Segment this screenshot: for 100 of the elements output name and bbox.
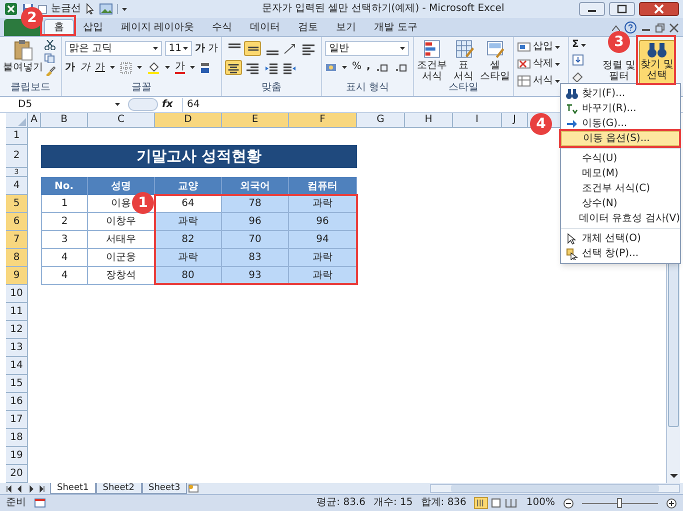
row-header[interactable]: 6 bbox=[6, 213, 28, 231]
ribbon-tab[interactable]: 검토 bbox=[289, 19, 328, 36]
macro-record-icon[interactable] bbox=[34, 498, 46, 508]
row-header[interactable]: 11 bbox=[6, 303, 28, 321]
brush-icon[interactable] bbox=[44, 66, 56, 76]
view-button[interactable] bbox=[504, 497, 518, 509]
binoculars-icon[interactable] bbox=[566, 88, 578, 100]
row-header[interactable]: 14 bbox=[6, 357, 28, 375]
ribbon-tab[interactable]: 보기 bbox=[327, 19, 366, 36]
row-header[interactable]: 19 bbox=[6, 447, 28, 465]
column-header[interactable]: E bbox=[222, 113, 289, 127]
menu-item[interactable]: 조건부 서식(C) bbox=[561, 181, 680, 196]
ribbon-tab[interactable]: 수식 bbox=[203, 19, 242, 36]
font-size-field[interactable]: 11 bbox=[164, 41, 192, 56]
menu-item[interactable]: 데이터 유효성 검사(V) bbox=[561, 211, 680, 226]
row-header[interactable]: 9 bbox=[6, 267, 28, 285]
zoom-out-icon[interactable] bbox=[563, 498, 574, 508]
menu-item[interactable]: 상수(N) bbox=[561, 196, 680, 211]
font-name-field[interactable]: 맑은 고딕 bbox=[65, 41, 162, 56]
row-header[interactable]: 10 bbox=[6, 285, 28, 303]
arrow-right-icon[interactable] bbox=[566, 118, 578, 130]
menu-item[interactable]: 메모(M) bbox=[561, 166, 680, 181]
column-header[interactable]: D bbox=[155, 113, 222, 127]
minimize-icon[interactable] bbox=[579, 2, 605, 16]
ribbon-tab[interactable]: 데이터 bbox=[241, 19, 290, 36]
row-header[interactable]: 16 bbox=[6, 393, 28, 411]
spreadsheet-logo-icon[interactable] bbox=[4, 2, 18, 16]
border-icon[interactable] bbox=[120, 62, 132, 74]
insert-sheet-icon[interactable] bbox=[187, 484, 202, 493]
column-header[interactable]: G bbox=[357, 113, 405, 127]
name-box[interactable]: D5 bbox=[6, 98, 124, 112]
comma-button[interactable]: , bbox=[366, 62, 370, 72]
row-header[interactable]: 8 bbox=[6, 249, 28, 267]
bold-button[interactable]: 가 bbox=[65, 62, 75, 72]
row-header[interactable]: 5 bbox=[6, 195, 28, 213]
zoom-slider-thumb[interactable] bbox=[617, 498, 622, 508]
caret-up-icon[interactable] bbox=[612, 24, 620, 30]
row-header[interactable]: 4 bbox=[6, 177, 28, 195]
column-header[interactable]: F bbox=[289, 113, 357, 127]
sheet-navigation-icon[interactable] bbox=[6, 484, 46, 492]
cells-menu-button[interactable]: 삽입 bbox=[517, 40, 565, 54]
selection-pane-icon[interactable] bbox=[566, 248, 578, 260]
phonetic-guide-icon[interactable] bbox=[200, 62, 210, 74]
autosum-button[interactable]: Σ bbox=[572, 40, 586, 50]
fill-down-icon[interactable] bbox=[572, 54, 584, 66]
cursor-icon[interactable] bbox=[85, 3, 95, 15]
italic-button[interactable]: 가 bbox=[80, 62, 90, 72]
sheet-tab[interactable]: Sheet3 bbox=[142, 483, 188, 494]
close-icon[interactable] bbox=[639, 2, 679, 16]
currency-icon[interactable] bbox=[325, 61, 337, 73]
picture-icon[interactable] bbox=[99, 3, 113, 15]
menu-item[interactable]: 개체 선택(O) bbox=[561, 231, 680, 246]
row-header[interactable]: 18 bbox=[6, 429, 28, 447]
help-icon[interactable] bbox=[624, 21, 637, 34]
sheet-tab[interactable]: Sheet2 bbox=[96, 483, 142, 494]
fill-color-icon[interactable] bbox=[147, 61, 160, 74]
style-button[interactable]: 표 서식 bbox=[448, 39, 480, 83]
row-header[interactable]: 1 bbox=[6, 128, 28, 145]
menu-item[interactable]: 선택 창(P)... bbox=[561, 246, 680, 261]
cursor-icon[interactable] bbox=[566, 232, 578, 244]
shrink-font-button[interactable]: 가 bbox=[208, 44, 218, 54]
column-header[interactable]: I bbox=[453, 113, 502, 127]
horizontal-scrollbar[interactable] bbox=[430, 484, 680, 493]
grow-font-button[interactable]: 가 bbox=[195, 44, 205, 54]
column-header[interactable]: B bbox=[41, 113, 88, 127]
view-button[interactable] bbox=[489, 497, 504, 509]
row-header[interactable]: 15 bbox=[6, 375, 28, 393]
menu-item[interactable]: 이동(G)... bbox=[561, 116, 680, 131]
style-button[interactable]: 조건부 서식 bbox=[416, 39, 448, 83]
copy-icon[interactable] bbox=[44, 53, 56, 63]
ribbon-tab[interactable]: 페이지 레이아웃 bbox=[112, 19, 204, 36]
number-format-field[interactable]: 일반 bbox=[325, 41, 409, 56]
paste-button[interactable]: 붙여넣기 bbox=[2, 39, 44, 73]
menu-item[interactable]: 이동 옵션(S)... bbox=[561, 131, 680, 146]
alignment-button[interactable] bbox=[244, 41, 261, 56]
ribbon-tab[interactable]: 개발 도구 bbox=[365, 19, 426, 36]
replace-icon[interactable] bbox=[566, 102, 578, 114]
column-header[interactable]: J bbox=[502, 113, 528, 127]
scissors-icon[interactable] bbox=[44, 40, 56, 50]
row-header[interactable]: 7 bbox=[6, 231, 28, 249]
alignment-button[interactable] bbox=[225, 60, 242, 75]
row-header[interactable]: 17 bbox=[6, 411, 28, 429]
sheet-tab[interactable]: Sheet1 bbox=[50, 483, 96, 494]
ribbon-tab[interactable]: 삽입 bbox=[74, 19, 112, 36]
clipboard-icon[interactable] bbox=[13, 39, 33, 61]
row-header[interactable]: 13 bbox=[6, 339, 28, 357]
cells-menu-button[interactable]: 삭제 bbox=[517, 57, 565, 71]
zoom-slider[interactable] bbox=[582, 498, 658, 508]
underline-button[interactable]: 가 bbox=[95, 62, 105, 72]
menu-item[interactable]: 수식(U) bbox=[561, 151, 680, 166]
column-header[interactable]: A bbox=[28, 113, 41, 127]
row-header[interactable]: 20 bbox=[6, 465, 28, 483]
restore-icon[interactable] bbox=[655, 22, 665, 32]
close-icon[interactable] bbox=[669, 22, 679, 32]
column-header[interactable]: H bbox=[405, 113, 453, 127]
font-color-button[interactable]: 가 bbox=[175, 62, 185, 74]
style-button[interactable]: 셀 스타일 bbox=[479, 39, 512, 83]
row-header[interactable]: 2 bbox=[6, 145, 28, 168]
view-button[interactable] bbox=[474, 497, 488, 509]
row-header[interactable]: 12 bbox=[6, 321, 28, 339]
